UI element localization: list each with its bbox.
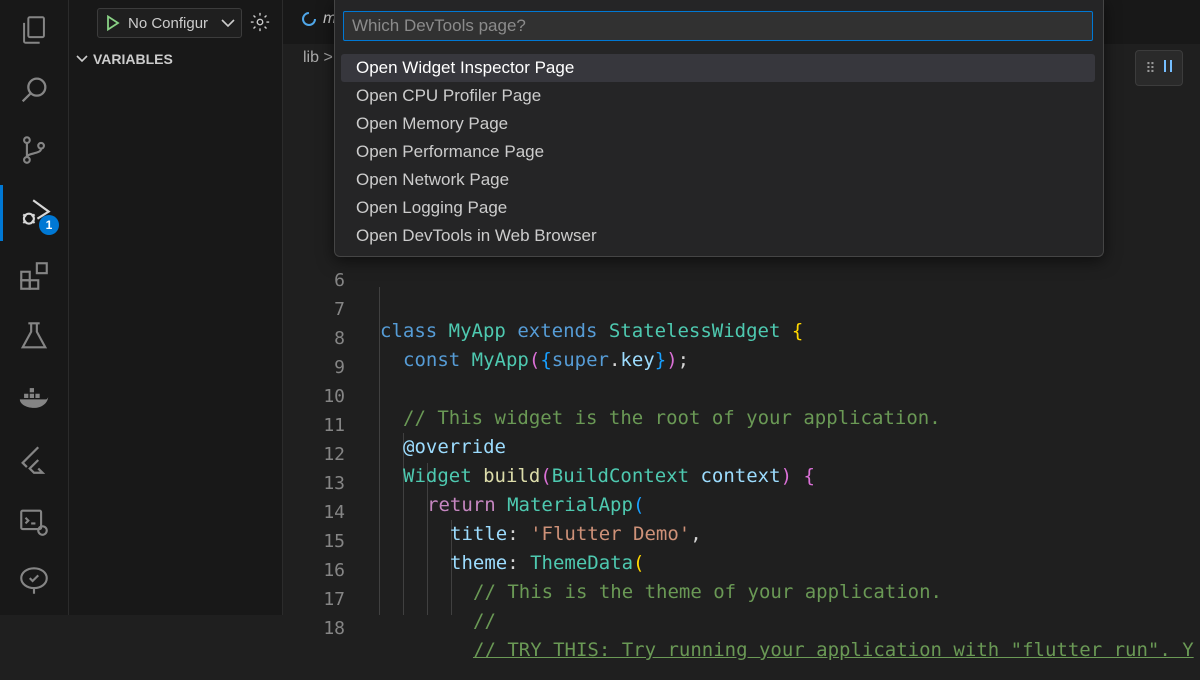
dart-file-icon: [302, 12, 316, 26]
chevron-down-icon: [218, 18, 238, 28]
code-line: 14 title: 'Flutter Demo',: [283, 476, 1200, 545]
debug-config-select[interactable]: No Configur: [97, 8, 242, 38]
code-line: 18 // TRY THIS: Try running your applica…: [283, 592, 1200, 661]
quick-pick-item[interactable]: Open Logging Page: [341, 194, 1095, 222]
code-line: 12 Widget build(BuildContext context) {: [283, 418, 1200, 487]
explorer-icon[interactable]: [0, 2, 68, 58]
code-comment: // TRY THIS: Try running your applicatio…: [473, 639, 1194, 661]
code-line: 15 theme: ThemeData(: [283, 505, 1200, 574]
variables-header-label: VARIABLES: [93, 51, 173, 67]
code-line: 8 const MyApp({super.key});: [283, 302, 1200, 371]
extensions-icon[interactable]: [0, 248, 68, 304]
code-line: 9: [283, 331, 1200, 378]
flutter-icon[interactable]: [0, 432, 68, 488]
quick-pick-item[interactable]: Open Memory Page: [341, 110, 1095, 138]
gear-icon[interactable]: [249, 11, 271, 38]
pause-icon[interactable]: [1163, 59, 1173, 78]
debug-config-label: No Configur: [128, 14, 209, 32]
run-debug-icon[interactable]: 1: [0, 185, 68, 241]
quick-pick-item[interactable]: Open Network Page: [341, 166, 1095, 194]
code-line: 16 // This is the theme of your applicat…: [283, 534, 1200, 603]
remote-explorer-icon[interactable]: [0, 494, 68, 550]
code-line: 11 @override: [283, 389, 1200, 458]
accounts-icon[interactable]: [0, 553, 68, 609]
activity-bar: 1: [0, 0, 69, 615]
code-line: 7 class MyApp extends StatelessWidget {: [283, 273, 1200, 342]
sidebar: No Configur VARIABLES: [69, 0, 283, 615]
quick-pick-input[interactable]: [343, 11, 1093, 41]
source-control-icon[interactable]: [0, 122, 68, 178]
code-line: 10 // This widget is the root of your ap…: [283, 360, 1200, 429]
chevron-down-icon: [71, 55, 93, 63]
debug-badge: 1: [39, 215, 59, 235]
quick-pick-item[interactable]: Open CPU Profiler Page: [341, 82, 1095, 110]
debug-toolbar[interactable]: ⠿: [1135, 50, 1183, 86]
quick-pick-item[interactable]: Open Widget Inspector Page: [341, 54, 1095, 82]
drag-handle-icon[interactable]: ⠿: [1145, 60, 1155, 77]
quick-pick-item[interactable]: Open DevTools in Web Browser: [341, 222, 1095, 250]
code-line: 17 //: [283, 563, 1200, 632]
quick-pick: Open Widget Inspector Page Open CPU Prof…: [334, 0, 1104, 257]
code-line: 13 return MaterialApp(: [283, 447, 1200, 516]
search-icon[interactable]: [0, 62, 68, 118]
variables-section-header[interactable]: VARIABLES: [69, 48, 173, 70]
editor-tab[interactable]: m: [301, 10, 336, 28]
line-number: 18: [323, 618, 345, 639]
quick-pick-item[interactable]: Open Performance Page: [341, 138, 1095, 166]
breadcrumb[interactable]: lib >: [303, 49, 333, 67]
code-editor[interactable]: 6 7 class MyApp extends StatelessWidget …: [283, 243, 1200, 661]
start-debugging-icon[interactable]: [98, 15, 128, 31]
testing-icon[interactable]: [0, 308, 68, 364]
docker-icon[interactable]: [0, 370, 68, 426]
